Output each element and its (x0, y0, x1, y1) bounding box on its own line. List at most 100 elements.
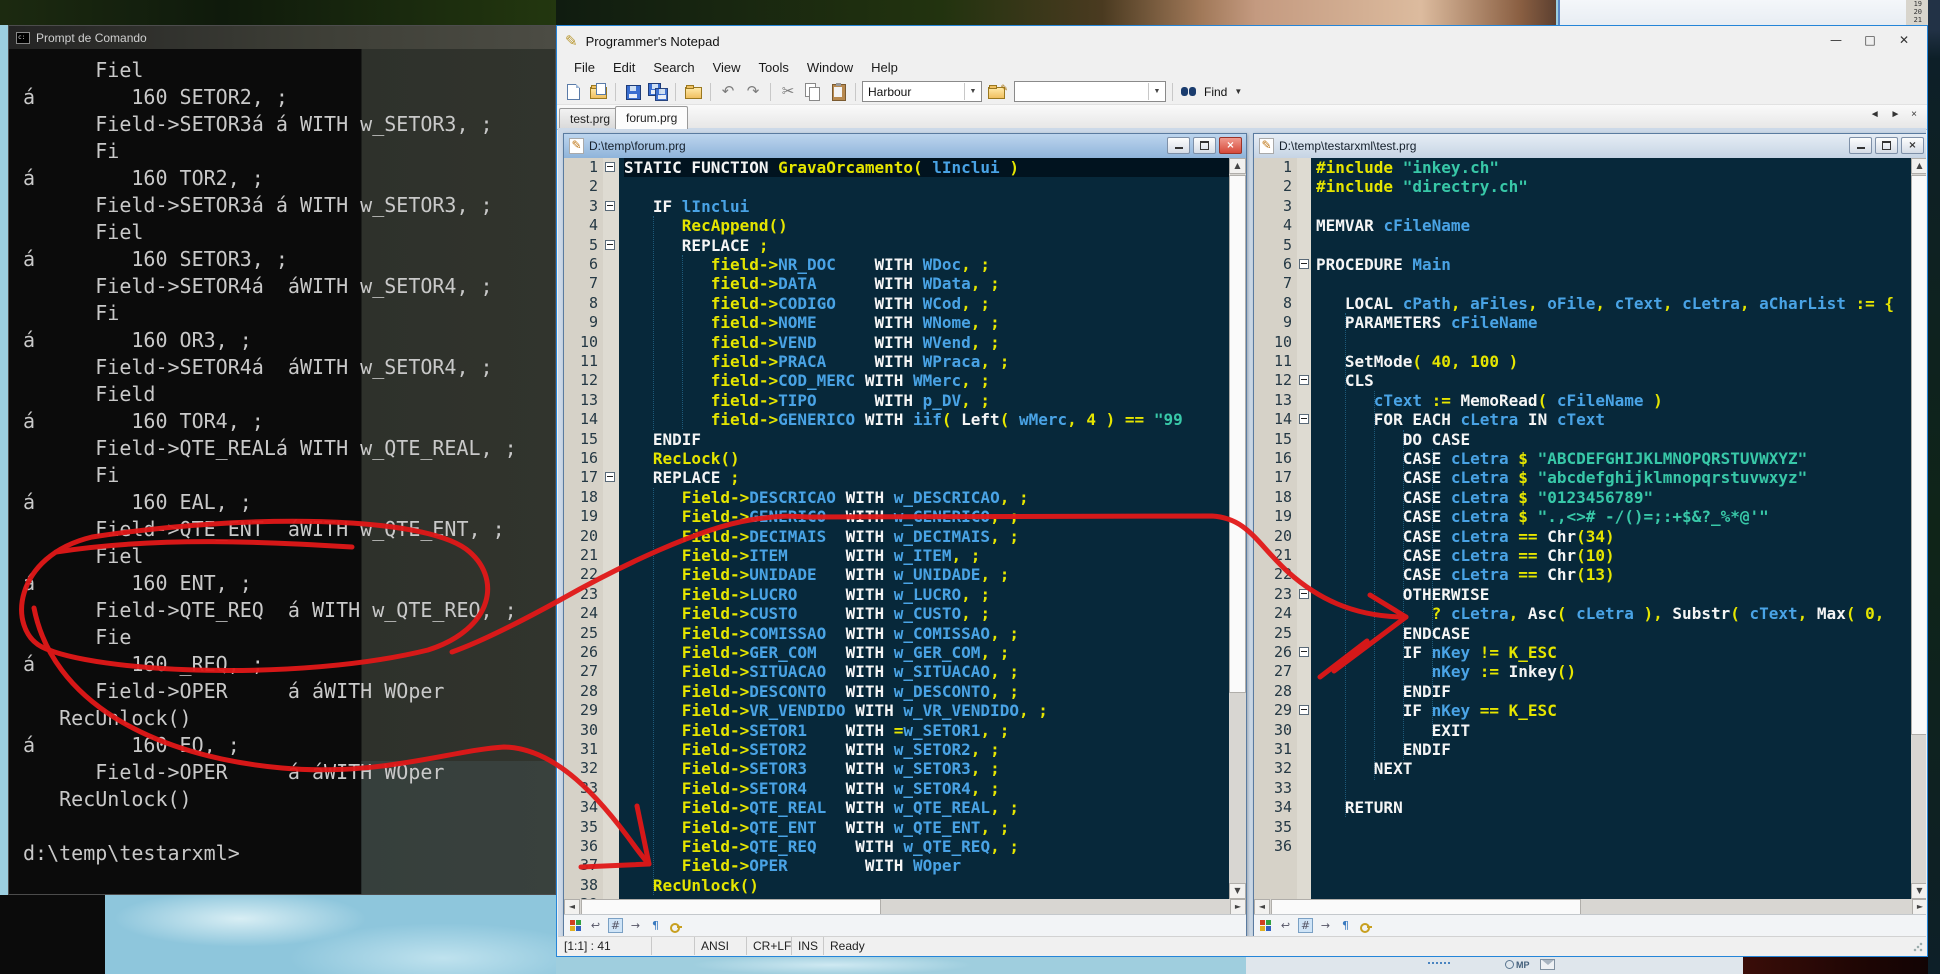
code-line[interactable]: RecUnlock() (624, 876, 1229, 895)
tab-scroll-and-close[interactable]: ◄ ► × (1870, 109, 1921, 120)
menu-view[interactable]: View (704, 57, 750, 78)
code-line[interactable]: Field->GENERICO WITH w_GENERICO, ; (624, 507, 1229, 526)
fold-toggle[interactable] (1299, 705, 1309, 715)
fold-toggle[interactable] (605, 472, 615, 482)
menu-tools[interactable]: Tools (750, 57, 798, 78)
redo-button[interactable]: ↷ (742, 82, 764, 102)
code-line[interactable]: ENDIF (1316, 682, 1911, 701)
code-line[interactable]: Field->UNIDADE WITH w_UNIDADE, ; (624, 565, 1229, 584)
scroll-left-arrow[interactable]: ◄ (1254, 899, 1270, 915)
code-line[interactable]: NEXT (1316, 759, 1911, 778)
code-line[interactable]: CASE cLetra $ ".,<># -/()=;:+$&?_%*@'" (1316, 507, 1911, 526)
code-line[interactable]: Field->DESCONTO WITH w_DESCONTO, ; (624, 682, 1229, 701)
new-file-button[interactable] (562, 82, 584, 102)
scroll-right-arrow[interactable]: ► (1230, 899, 1246, 915)
code-line[interactable]: ENDIF (624, 430, 1229, 449)
fold-toggle[interactable] (1299, 375, 1309, 385)
code-line[interactable]: DO CASE (1316, 430, 1911, 449)
command-prompt-titlebar[interactable]: c: Prompt de Comando (9, 26, 555, 49)
whitespace-icon[interactable]: → (628, 918, 643, 933)
code-line[interactable]: Field->SITUACAO WITH w_SITUACAO, ; (624, 662, 1229, 681)
close-button[interactable]: ✕ (1889, 31, 1919, 50)
whitespace-icon[interactable]: → (1318, 918, 1333, 933)
vscroll-thumb[interactable] (1911, 175, 1926, 735)
code-line[interactable] (1316, 236, 1911, 255)
code-line[interactable]: Field->COMISSAO WITH w_COMISSAO, ; (624, 624, 1229, 643)
fold-toggle[interactable] (605, 201, 615, 211)
vscroll-thumb[interactable] (1229, 175, 1246, 693)
code-line[interactable]: Field->DECIMAIS WITH w_DECIMAIS, ; (624, 527, 1229, 546)
code-line[interactable]: CASE cLetra == Chr(13) (1316, 565, 1911, 584)
code-line[interactable]: EXIT (1316, 721, 1911, 740)
code-line[interactable]: IF nKey != K_ESC (1316, 643, 1911, 662)
code-line[interactable]: Field->VR_VENDIDO WITH w_VR_VENDIDO, ; (624, 701, 1229, 720)
copy-button[interactable] (802, 82, 824, 102)
code-line[interactable] (1316, 274, 1911, 293)
forum-hscrollbar[interactable]: ◄ ► (564, 899, 1246, 915)
code-line[interactable]: CLS (1316, 371, 1911, 390)
code-line[interactable]: Field->SETOR1 WITH =w_SETOR1, ; (624, 721, 1229, 740)
fold-toggle[interactable] (1299, 414, 1309, 424)
code-line[interactable]: REPLACE ; (624, 236, 1229, 255)
pn-titlebar[interactable]: ✎ Programmer's Notepad — □ ✕ (557, 26, 1927, 56)
save-all-button[interactable] (647, 82, 669, 102)
code-line[interactable]: RETURN (1316, 798, 1911, 817)
fold-toggle[interactable] (1299, 647, 1309, 657)
console-body[interactable]: Fiel á 160 SETOR2, ; Field->SETOR3á á WI… (9, 49, 555, 894)
code-line[interactable]: CASE cLetra $ "abcdefghijklmnopqrstuvwxy… (1316, 468, 1911, 487)
code-line[interactable] (1316, 333, 1911, 352)
code-line[interactable]: IF lInclui (624, 197, 1229, 216)
code-line[interactable]: CASE cLetra $ "ABCDEFGHIJKLMNOPQRSTUVWXY… (1316, 449, 1911, 468)
code-line[interactable]: Field->SETOR2 WITH w_SETOR2, ; (624, 740, 1229, 759)
code-line[interactable]: #include "directry.ch" (1316, 177, 1911, 196)
code-line[interactable]: field->CODIGO WITH WCod, ; (624, 294, 1229, 313)
menu-help[interactable]: Help (862, 57, 907, 78)
line-numbers-toggle-icon[interactable]: # (1298, 918, 1313, 933)
code-line[interactable]: RecLock() (624, 449, 1229, 468)
code-line[interactable]: ? cLetra, Asc( cLetra ), Substr( cText, … (1316, 604, 1911, 623)
code-line[interactable]: CASE cLetra $ "0123456789" (1316, 488, 1911, 507)
tab-test-prg[interactable]: test.prg (559, 108, 621, 128)
code-line[interactable]: CASE cLetra == Chr(34) (1316, 527, 1911, 546)
code-line[interactable]: field->GENERICO WITH iif( Left( wMerc, 4… (624, 410, 1229, 429)
find-button[interactable]: Find (1204, 85, 1227, 99)
code-line[interactable]: LOCAL cPath, aFiles, oFile, cText, cLetr… (1316, 294, 1911, 313)
test-titlebar[interactable]: ✎ D:\temp\testarxml\test.prg × (1254, 134, 1926, 158)
tab-forum-prg[interactable]: forum.prg (615, 106, 688, 129)
code-line[interactable]: Field->ITEM WITH w_ITEM, ; (624, 546, 1229, 565)
code-line[interactable]: SetMode( 40, 100 ) (1316, 352, 1911, 371)
code-line[interactable]: Field->SETOR3 WITH w_SETOR3, ; (624, 759, 1229, 778)
undo-button[interactable]: ↶ (717, 82, 739, 102)
code-line[interactable]: Field->CUSTO WITH w_CUSTO, ; (624, 604, 1229, 623)
line-numbers-toggle-icon[interactable]: # (608, 918, 623, 933)
code-line[interactable]: IF nKey == K_ESC (1316, 701, 1911, 720)
scroll-down-arrow[interactable]: ▼ (1229, 883, 1246, 899)
code-line[interactable]: #include "inkey.ch" (1316, 158, 1911, 177)
code-line[interactable]: field->TIPO WITH p_DV, ; (624, 391, 1229, 410)
menu-edit[interactable]: Edit (604, 57, 644, 78)
test-hscrollbar[interactable]: ◄ ► (1254, 899, 1926, 915)
scroll-left-arrow[interactable]: ◄ (564, 899, 580, 915)
new-project-button[interactable] (985, 82, 1007, 102)
code-line[interactable]: field->VEND WITH WVend, ; (624, 333, 1229, 352)
word-wrap-icon[interactable]: ↩ (1278, 918, 1293, 933)
code-line[interactable]: ENDCASE (1316, 624, 1911, 643)
code-line[interactable]: field->PRACA WITH WPraca, ; (624, 352, 1229, 371)
scheme-select[interactable]: Harbour▼ (862, 81, 982, 102)
code-line[interactable]: Field->SETOR4 WITH w_SETOR4, ; (624, 779, 1229, 798)
fold-toggle[interactable] (605, 240, 615, 250)
code-line[interactable]: Field->QTE_ENT WITH w_QTE_ENT, ; (624, 818, 1229, 837)
paragraph-marks-icon[interactable]: ¶ (648, 918, 663, 933)
test-vscrollbar[interactable]: ▲ ▼ (1911, 158, 1926, 899)
code-line[interactable]: REPLACE ; (624, 468, 1229, 487)
menu-window[interactable]: Window (798, 57, 862, 78)
code-line[interactable] (1316, 837, 1911, 856)
maximize-button[interactable]: □ (1855, 31, 1885, 50)
paragraph-marks-icon[interactable]: ¶ (1338, 918, 1353, 933)
code-line[interactable]: cText := MemoRead( cFileName ) (1316, 391, 1911, 410)
resize-grip[interactable] (1913, 942, 1923, 952)
code-line[interactable]: Field->LUCRO WITH w_LUCRO, ; (624, 585, 1229, 604)
forum-vscrollbar[interactable]: ▲ ▼ (1229, 158, 1246, 899)
code-line[interactable]: field->DATA WITH WData, ; (624, 274, 1229, 293)
close-file-button[interactable] (682, 82, 704, 102)
